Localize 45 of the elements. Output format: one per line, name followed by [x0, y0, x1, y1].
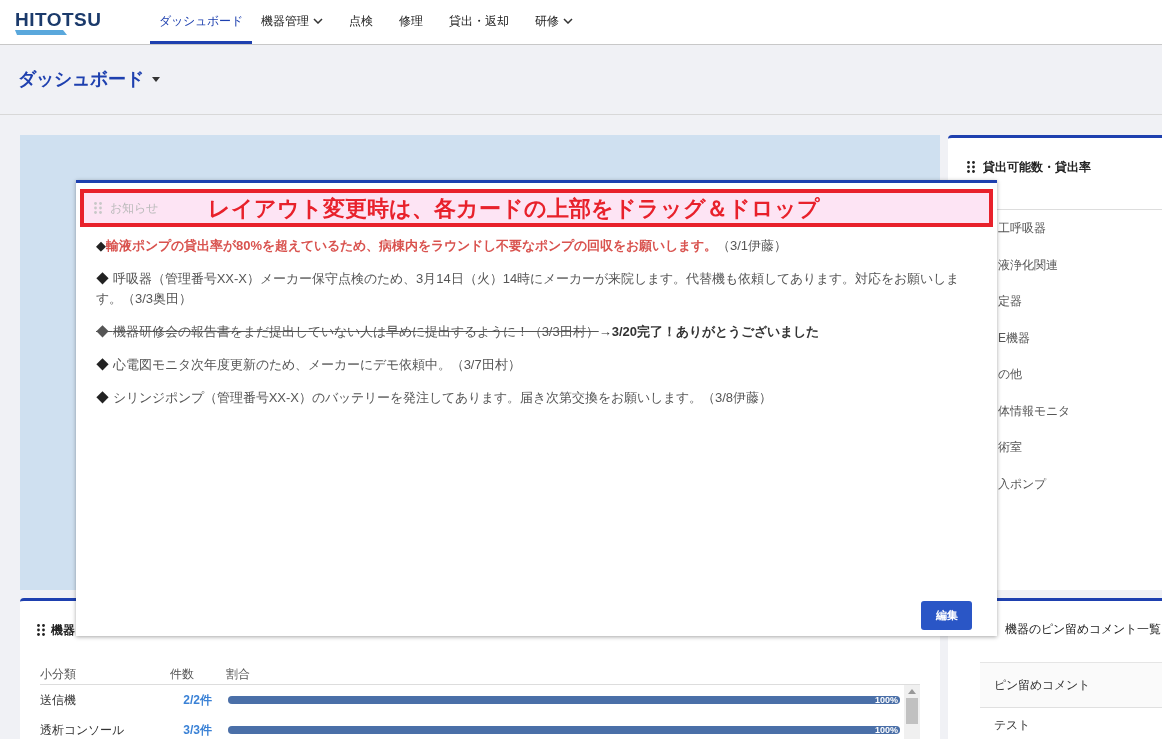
- notice-text: ◆ 心電図モニタ次年度更新のため、メーカーにデモ依頼中。（3/7田村）: [96, 356, 522, 374]
- nav-tab[interactable]: ダッシュボード: [150, 0, 252, 44]
- logo-underline-icon: [15, 29, 67, 35]
- category-item[interactable]: 工呼吸器: [998, 219, 1046, 238]
- category-item[interactable]: 液浄化関連: [998, 255, 1058, 274]
- category-item[interactable]: 術室: [998, 438, 1022, 457]
- nav-tab[interactable]: 貸出・返却: [440, 0, 518, 44]
- table-cell-text: 送信機: [40, 692, 77, 709]
- category-item[interactable]: 入ポンプ: [998, 474, 1046, 493]
- column-header: 小分類: [40, 666, 77, 683]
- category-item[interactable]: E機器: [998, 328, 1030, 347]
- notice-text: ◆ シリンジポンプ（管理番号XX-X）のバッテリーを発注してあります。届き次第交換をお願いします。（3/8伊藤）: [96, 389, 774, 407]
- page-title-dropdown[interactable]: ダッシュボード: [18, 66, 160, 93]
- card-title: 機器のピン留めコメント一覧: [1004, 621, 1162, 638]
- nav-tab[interactable]: 点検: [340, 0, 382, 44]
- card-title: お知らせ: [110, 200, 159, 217]
- card-title: 機器: [51, 622, 75, 639]
- nav-tab[interactable]: 機器管理: [252, 0, 332, 44]
- notice-text: ◆ 機器研修会の報告書をまだ提出していない人は早めに提出するように！（3/3田村）→3/20完了！ありがとうございました: [96, 323, 820, 341]
- notice-text: ◆ 呼吸器（管理番号XX-X）メーカー保守点検のため、3月14日（火）14時にメーカーが来院します。代替機も依頼してあります。対応をお願いします。（3/3奥田）: [96, 270, 961, 308]
- column-header: 件数: [170, 666, 195, 683]
- nav-tab[interactable]: 研修: [526, 0, 582, 44]
- percent-label: 100%: [874, 695, 899, 705]
- category-item[interactable]: 定器: [998, 292, 1022, 311]
- drag-handle-icon[interactable]: [37, 624, 45, 636]
- column-header: ピン留めコメント: [980, 663, 1162, 708]
- table-cell-text: テスト: [993, 717, 1031, 734]
- column-header: 割合: [226, 666, 251, 683]
- category-item[interactable]: の他: [998, 365, 1022, 384]
- table-cell-text: 透析コンソール: [40, 722, 125, 739]
- count-link[interactable]: 3/3件: [170, 721, 228, 739]
- category-item[interactable]: 体情報モニタ: [998, 401, 1070, 420]
- edit-button[interactable]: 編集: [921, 601, 972, 630]
- count-link[interactable]: 2/2件: [170, 691, 228, 709]
- hint-text: レイアウト変更時は、各カードの上部をドラッグ＆ドロップ: [208, 194, 820, 223]
- card-title: 貸出可能数・貸出率: [983, 159, 1091, 176]
- caret-down-icon: [152, 77, 160, 82]
- logo[interactable]: HITOTSU: [15, 9, 150, 30]
- percent-label: 100%: [874, 725, 899, 735]
- scroll-up-icon[interactable]: [908, 689, 916, 694]
- drag-handle-icon[interactable]: [967, 161, 975, 173]
- nav-tab[interactable]: 修理: [390, 0, 432, 44]
- scroll-thumb[interactable]: [906, 698, 918, 724]
- drag-handle-icon[interactable]: [94, 202, 102, 214]
- notice-text: ◆輸液ポンプの貸出率が80%を超えているため、病棟内をラウンドし不要なポンプの回収をお願いします。（3/1伊藤）: [96, 237, 789, 255]
